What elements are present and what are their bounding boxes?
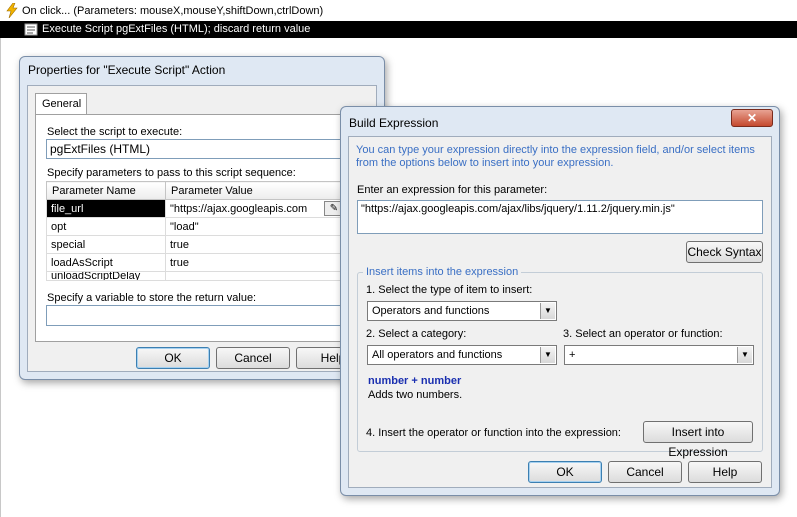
table-row[interactable]: loadAsScript true [46, 253, 346, 272]
props-cancel-button[interactable]: Cancel [216, 347, 290, 369]
table-row[interactable]: special true [46, 235, 346, 254]
properties-dialog: Properties for "Execute Script" Action G… [19, 56, 385, 380]
param-value[interactable]: true [165, 253, 346, 272]
build-ok-button[interactable]: OK [528, 461, 602, 483]
script-field[interactable]: pgExtFiles (HTML) [46, 139, 346, 159]
build-cancel-button[interactable]: Cancel [608, 461, 682, 483]
col-value-header[interactable]: Parameter Value [165, 181, 346, 200]
action-text: Execute Script pgExtFiles (HTML); discar… [42, 23, 311, 35]
step2-label: 2. Select a category: [366, 328, 467, 340]
table-row[interactable]: file_url "https://ajax.googleapis.com ✎ [46, 199, 346, 218]
col-name-header[interactable]: Parameter Name [46, 181, 166, 200]
description-text: Adds two numbers. [368, 389, 463, 401]
lightning-icon [6, 3, 18, 18]
properties-client: General Select the script to execute: pg… [27, 85, 377, 372]
insert-items-group-label: Insert items into the expression [363, 266, 522, 278]
variable-field[interactable] [46, 305, 346, 326]
param-value[interactable]: "load" [165, 217, 346, 236]
build-help-button[interactable]: Help [688, 461, 762, 483]
param-name: special [46, 235, 166, 254]
event-text: On click... (Parameters: mouseX,mouseY,s… [22, 5, 324, 17]
table-row[interactable]: opt "load" [46, 217, 346, 236]
variable-label: Specify a variable to store the return v… [47, 292, 257, 304]
item-type-value: Operators and functions [372, 305, 490, 317]
operator-value: + [569, 349, 576, 361]
info-text: You can type your expression directly in… [356, 144, 755, 169]
build-dialog-title: Build Expression [349, 116, 439, 130]
chevron-down-icon: ▼ [540, 347, 555, 363]
step4-label: 4. Insert the operator or function into … [366, 427, 621, 439]
props-ok-button[interactable]: OK [136, 347, 210, 369]
chevron-down-icon: ▼ [737, 347, 752, 363]
properties-dialog-title: Properties for "Execute Script" Action [28, 63, 226, 77]
select-script-label: Select the script to execute: [47, 126, 183, 138]
insert-into-expression-button[interactable]: Insert into Expression [643, 421, 753, 459]
params-label: Specify parameters to pass to this scrip… [47, 167, 296, 179]
item-type-select[interactable]: Operators and functions ▼ [367, 301, 557, 321]
syntax-display: number + number [368, 375, 461, 387]
table-row[interactable]: unloadScriptDelay [46, 271, 346, 281]
chevron-down-icon: ▼ [540, 303, 555, 319]
action-row[interactable]: Execute Script pgExtFiles (HTML); discar… [0, 21, 797, 38]
category-select[interactable]: All operators and functions ▼ [367, 345, 557, 365]
syntax-operator: + [411, 375, 418, 387]
param-value[interactable]: true [165, 235, 346, 254]
event-row[interactable]: On click... (Parameters: mouseX,mouseY,s… [0, 0, 797, 21]
param-value-text: "https://ajax.googleapis.com [170, 202, 308, 215]
param-name: loadAsScript [46, 253, 166, 272]
param-value[interactable] [165, 271, 346, 281]
param-name: opt [46, 217, 166, 236]
category-value: All operators and functions [372, 349, 503, 361]
expression-field[interactable]: "https://ajax.googleapis.com/ajax/libs/j… [357, 200, 763, 234]
script-icon [24, 23, 38, 36]
tab-general-label: General [42, 98, 82, 110]
step1-label: 1. Select the type of item to insert: [366, 284, 533, 296]
left-edge-line [0, 38, 1, 517]
params-table: Parameter Name Parameter Value file_url … [46, 181, 346, 281]
param-name: file_url [46, 199, 166, 218]
syntax-right: number [420, 375, 462, 387]
enter-expression-label: Enter an expression for this parameter: [357, 184, 548, 196]
step3-label: 3. Select an operator or function: [563, 328, 723, 340]
param-name: unloadScriptDelay [46, 271, 166, 281]
build-expression-dialog: Build Expression ✕ You can type your exp… [340, 106, 780, 496]
build-client: You can type your expression directly in… [348, 136, 772, 488]
param-value[interactable]: "https://ajax.googleapis.com ✎ [165, 199, 346, 218]
close-icon[interactable]: ✕ [731, 109, 773, 127]
syntax-left: number [368, 375, 409, 387]
tab-general[interactable]: General [35, 93, 87, 115]
operator-select[interactable]: + ▼ [564, 345, 754, 365]
check-syntax-button[interactable]: Check Syntax [686, 241, 763, 263]
